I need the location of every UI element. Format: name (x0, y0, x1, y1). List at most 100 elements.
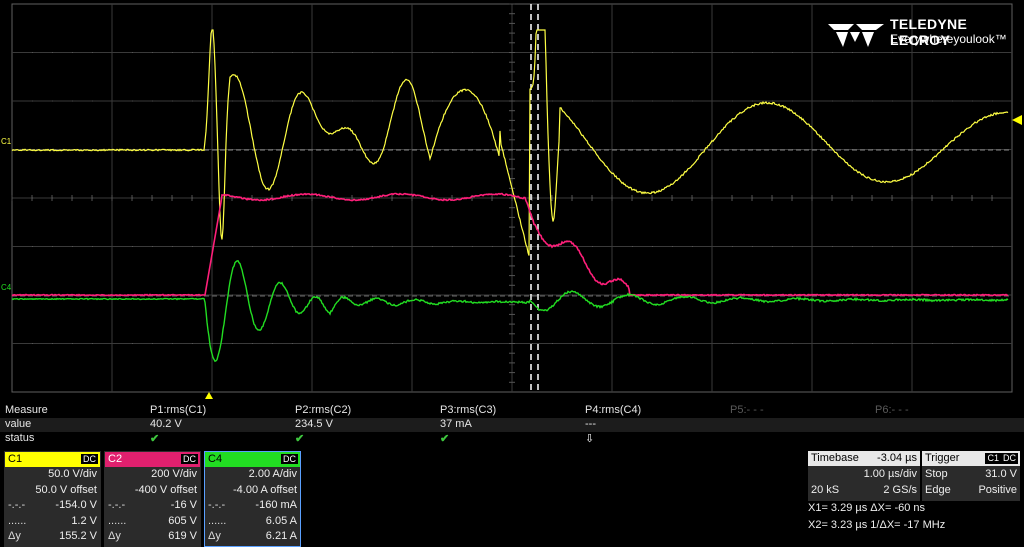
grid-dot (492, 246, 493, 247)
c1-cursor1-value: -154.0 V (55, 499, 97, 511)
grid-dot (352, 52, 353, 53)
measure-status-row: status ✔ ✔ ✔ ⇩ (0, 432, 1024, 446)
measure-label: Measure (5, 404, 48, 416)
grid-dot (232, 52, 233, 53)
grid-dot (992, 246, 993, 247)
grid-dot (752, 246, 753, 247)
grid-dot (492, 101, 493, 102)
waveform-grid[interactable]: C1 C4 (0, 0, 1024, 400)
grid-dot (772, 101, 773, 102)
channel-c2-name: C2 (108, 453, 122, 465)
trigger-type: Edge (925, 484, 951, 496)
trigger-descriptor[interactable]: Trigger C1 DC Stop 31.0 V Edge Positive (922, 451, 1020, 501)
grid-dot (792, 246, 793, 247)
grid-dot (132, 101, 133, 102)
timebase-descriptor[interactable]: Timebase -3.04 µs 1.00 µs/div 20 kS 2 GS… (808, 451, 920, 501)
trigger-level-marker-icon (1012, 115, 1022, 125)
grid-dot (392, 246, 393, 247)
timebase-delay: -3.04 µs (877, 452, 917, 464)
grid-dot (452, 343, 453, 344)
grid-dot (192, 246, 193, 247)
grid-dot (472, 101, 473, 102)
grid-dot (292, 52, 293, 53)
grid-dot (352, 246, 353, 247)
cursor-readout-x1: X1= 3.29 µs ΔX= -60 ns (808, 502, 925, 514)
grid-dot (892, 343, 893, 344)
grid-dot (152, 343, 153, 344)
measure-value-row: value 40.2 V 234.5 V 37 mA --- (0, 418, 1024, 432)
channel-c4-descriptor[interactable]: C4 DC 2.00 A/div -4.00 A offset -.-.- -16… (204, 451, 301, 547)
grid-dot (372, 101, 373, 102)
grid-dot (232, 343, 233, 344)
cursor-readout-x2: X2= 3.23 µs 1/ΔX= -17 MHz (808, 519, 945, 531)
c2-cursor1-label: -.-.- (108, 499, 125, 511)
c1-vdiv: 50.0 V/div (48, 468, 97, 480)
grid-dot (92, 52, 93, 53)
grid-dot (152, 246, 153, 247)
grid-dot (172, 52, 173, 53)
grid-dot (632, 343, 633, 344)
c4-cursor1-value: -160 mA (255, 499, 297, 511)
grid-dot (572, 295, 573, 296)
c4-cursor1-label: -.-.- (208, 499, 225, 511)
grid-dot (792, 101, 793, 102)
grid-dot (952, 246, 953, 247)
grid-dot (232, 295, 233, 296)
grid-dot (452, 52, 453, 53)
channel-c2-header: C2 DC (105, 452, 200, 467)
trigger-level: 31.0 V (985, 468, 1017, 480)
grid-dot (252, 101, 253, 102)
channel-c4-header: C4 DC (205, 452, 300, 467)
c1-delta-value: 155.2 V (59, 530, 97, 542)
grid-dot (192, 52, 193, 53)
param-p4-name[interactable]: P4:rms(C4) (585, 404, 641, 416)
trigger-time-marker-icon (205, 392, 213, 399)
channel-c1-descriptor[interactable]: C1 DC 50.0 V/div 50.0 V offset -.-.- -154… (4, 451, 101, 547)
grid-dot (32, 343, 33, 344)
grid-dot (52, 343, 53, 344)
grid-dot (552, 295, 553, 296)
grid-dot (652, 101, 653, 102)
grid-dot (332, 52, 333, 53)
trigger-label: Trigger (925, 452, 959, 464)
param-p2-name[interactable]: P2:rms(C2) (295, 404, 351, 416)
grid-dot (432, 246, 433, 247)
param-p5-name[interactable]: P5:- - - (730, 404, 764, 416)
grid-dot (992, 343, 993, 344)
grid-dot (252, 295, 253, 296)
grid-dot (872, 101, 873, 102)
channel-c2-descriptor[interactable]: C2 DC 200 V/div -400 V offset -.-.- -16 V… (104, 451, 201, 547)
grid-dot (452, 101, 453, 102)
grid-dot (292, 246, 293, 247)
param-p6-name[interactable]: P6:- - - (875, 404, 909, 416)
grid-dot (32, 52, 33, 53)
c1-cursor1-label: -.-.- (8, 499, 25, 511)
grid-dot (792, 52, 793, 53)
grid-dot (332, 246, 333, 247)
grid-dot (632, 52, 633, 53)
grid-dot (632, 101, 633, 102)
trigger-header: Trigger C1 DC (922, 451, 1020, 466)
grid-dot (272, 52, 273, 53)
grid-dot (452, 295, 453, 296)
grid-dot (472, 295, 473, 296)
grid-dot (572, 52, 573, 53)
grid-dot (892, 52, 893, 53)
param-p4-value: --- (585, 418, 596, 430)
grid-dot (692, 101, 693, 102)
param-p3-name[interactable]: P3:rms(C3) (440, 404, 496, 416)
grid-dot (772, 343, 773, 344)
grid-dot (172, 246, 173, 247)
param-p1-name[interactable]: P1:rms(C1) (150, 404, 206, 416)
grid-dot (532, 246, 533, 247)
c4-offset: -4.00 A offset (233, 484, 297, 496)
value-label: value (5, 418, 31, 430)
grid-dot (492, 52, 493, 53)
grid-dot (452, 246, 453, 247)
grid-dot (72, 101, 73, 102)
grid-dot (872, 52, 873, 53)
grid-dot (352, 295, 353, 296)
timebase-header: Timebase -3.04 µs (808, 451, 920, 466)
grid-dot (132, 343, 133, 344)
grid-dot (272, 343, 273, 344)
